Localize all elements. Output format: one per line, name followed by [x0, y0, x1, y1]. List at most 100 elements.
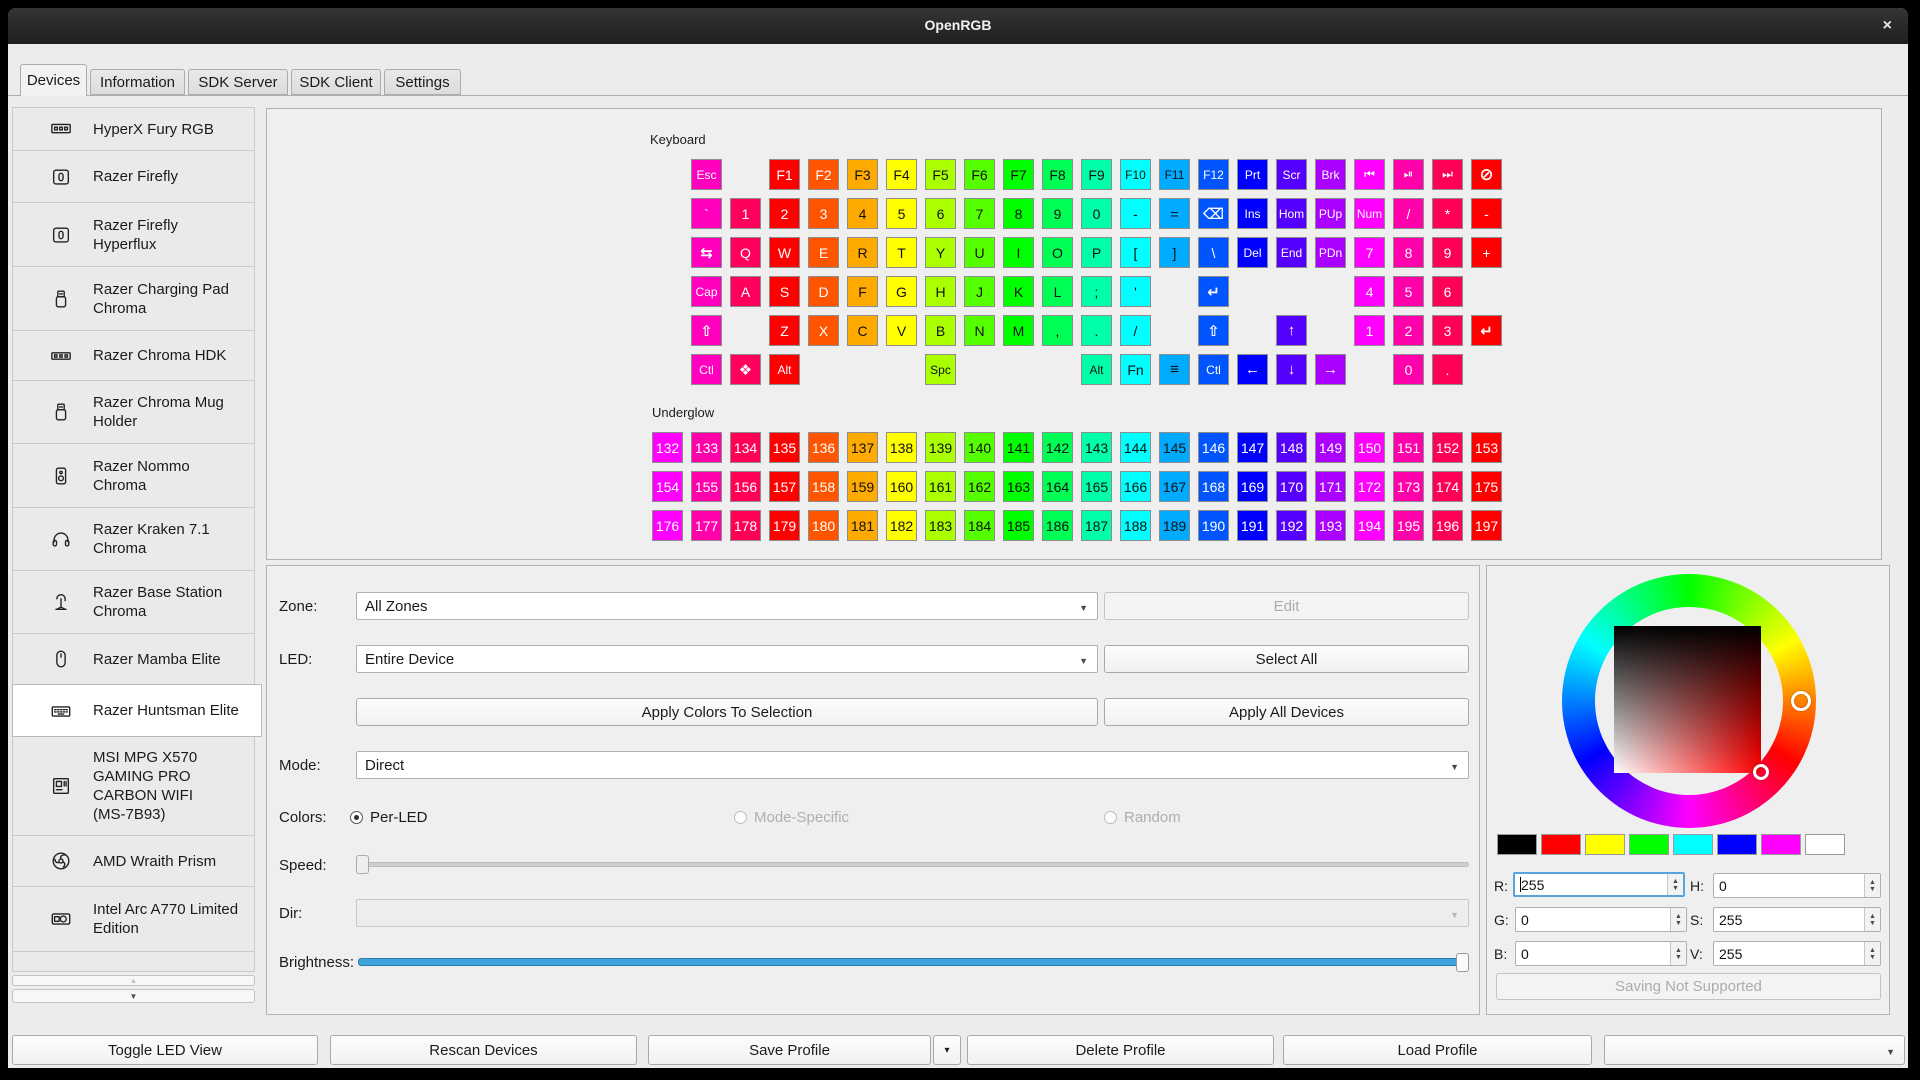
radio-random[interactable]: Random: [1104, 809, 1181, 826]
led-cell-157[interactable]: 157: [769, 471, 800, 502]
led-key-6[interactable]: 6: [1432, 276, 1463, 307]
led-cell-169[interactable]: 169: [1237, 471, 1268, 502]
mode-dropdown[interactable]: Direct ▼: [356, 751, 1469, 779]
led-key-pdn[interactable]: PDn: [1315, 237, 1346, 268]
led-dropdown[interactable]: Entire Device ▼: [356, 645, 1098, 673]
led-key-p[interactable]: P: [1081, 237, 1112, 268]
led-cell-134[interactable]: 134: [730, 432, 761, 463]
tab-devices[interactable]: Devices: [20, 64, 87, 96]
led-key-w[interactable]: W: [769, 237, 800, 268]
sidebar-item-razer-base-station[interactable]: Razer Base Station Chroma: [12, 570, 255, 634]
led-key-f10[interactable]: F10: [1120, 159, 1151, 190]
led-cell-155[interactable]: 155: [691, 471, 722, 502]
r-input[interactable]: 255 ▲▼: [1513, 872, 1685, 897]
led-cell-182[interactable]: 182: [886, 510, 917, 541]
led-key-3[interactable]: 3: [808, 198, 839, 229]
led-cell-140[interactable]: 140: [964, 432, 995, 463]
led-cell-179[interactable]: 179: [769, 510, 800, 541]
led-cell-176[interactable]: 176: [652, 510, 683, 541]
led-cell-188[interactable]: 188: [1120, 510, 1151, 541]
led-key-esc[interactable]: Esc: [691, 159, 722, 190]
led-key-1[interactable]: 1: [730, 198, 761, 229]
led-key-u[interactable]: U: [964, 237, 995, 268]
led-key-o[interactable]: O: [1042, 237, 1073, 268]
sidebar-item-razer-kraken-7-1[interactable]: Razer Kraken 7.1 Chroma: [12, 507, 255, 571]
led-key-5[interactable]: 5: [886, 198, 917, 229]
led-key-m[interactable]: M: [1003, 315, 1034, 346]
led-key-3[interactable]: 3: [1432, 315, 1463, 346]
led-cell-166[interactable]: 166: [1120, 471, 1151, 502]
led-key-[interactable]: ❖: [730, 354, 761, 385]
led-key-l[interactable]: L: [1042, 276, 1073, 307]
led-key-[interactable]: ⇧: [1198, 315, 1229, 346]
led-key-[interactable]: .: [1081, 315, 1112, 346]
sidebar-item-msi-mpg-x570[interactable]: MSI MPG X570 GAMING PRO CARBON WIFI (MS-…: [12, 736, 255, 836]
profile-dropdown[interactable]: ▼: [1604, 1035, 1905, 1065]
led-key-alt[interactable]: Alt: [769, 354, 800, 385]
close-icon[interactable]: ×: [1883, 16, 1892, 36]
led-key-[interactable]: ←: [1237, 354, 1268, 385]
color-swatch-00ffff[interactable]: [1673, 834, 1713, 855]
sidebar-item-razer-charging-pad[interactable]: Razer Charging Pad Chroma: [12, 266, 255, 331]
led-key-[interactable]: -: [1471, 198, 1502, 229]
led-key-[interactable]: +: [1471, 237, 1502, 268]
g-input[interactable]: 0 ▲▼: [1515, 907, 1687, 932]
led-key-f3[interactable]: F3: [847, 159, 878, 190]
color-swatch-000000[interactable]: [1497, 834, 1537, 855]
led-key-9[interactable]: 9: [1432, 237, 1463, 268]
led-key-f8[interactable]: F8: [1042, 159, 1073, 190]
led-key-[interactable]: ]: [1159, 237, 1190, 268]
led-key-f7[interactable]: F7: [1003, 159, 1034, 190]
color-swatch-0000ff[interactable]: [1717, 834, 1757, 855]
led-cell-193[interactable]: 193: [1315, 510, 1346, 541]
led-cell-165[interactable]: 165: [1081, 471, 1112, 502]
led-cell-170[interactable]: 170: [1276, 471, 1307, 502]
led-cell-167[interactable]: 167: [1159, 471, 1190, 502]
sidebar-item-hyperx-fury-rgb[interactable]: HyperX Fury RGB: [12, 107, 255, 151]
led-key-scr[interactable]: Scr: [1276, 159, 1307, 190]
sidebar-item-razer-chroma-mug[interactable]: Razer Chroma Mug Holder: [12, 380, 255, 444]
zone-dropdown[interactable]: All Zones ▼: [356, 592, 1098, 620]
led-key-d[interactable]: D: [808, 276, 839, 307]
led-key-4[interactable]: 4: [1354, 276, 1385, 307]
sidebar-item-razer-firefly[interactable]: Razer Firefly: [12, 150, 255, 203]
led-key-[interactable]: ⏮: [1354, 159, 1385, 190]
led-key-4[interactable]: 4: [847, 198, 878, 229]
led-key-g[interactable]: G: [886, 276, 917, 307]
led-cell-168[interactable]: 168: [1198, 471, 1229, 502]
apply-colors-to-selection-button[interactable]: Apply Colors To Selection: [356, 698, 1098, 726]
led-key-pup[interactable]: PUp: [1315, 198, 1346, 229]
led-key-hom[interactable]: Hom: [1276, 198, 1307, 229]
led-cell-132[interactable]: 132: [652, 432, 683, 463]
led-cell-148[interactable]: 148: [1276, 432, 1307, 463]
saving-not-supported-button[interactable]: Saving Not Supported: [1496, 973, 1881, 1000]
radio-mode-specific[interactable]: Mode-Specific: [734, 809, 849, 826]
led-key-j[interactable]: J: [964, 276, 995, 307]
led-cell-145[interactable]: 145: [1159, 432, 1190, 463]
led-key-brk[interactable]: Brk: [1315, 159, 1346, 190]
sidebar-item-razer-nommo[interactable]: Razer Nommo Chroma: [12, 443, 255, 508]
hue-marker[interactable]: [1791, 691, 1811, 711]
tab-sdk-client[interactable]: SDK Client: [291, 69, 381, 95]
led-key-end[interactable]: End: [1276, 237, 1307, 268]
led-cell-191[interactable]: 191: [1237, 510, 1268, 541]
led-cell-171[interactable]: 171: [1315, 471, 1346, 502]
led-key-r[interactable]: R: [847, 237, 878, 268]
led-key-8[interactable]: 8: [1003, 198, 1034, 229]
led-cell-175[interactable]: 175: [1471, 471, 1502, 502]
save-profile-button[interactable]: Save Profile: [648, 1035, 931, 1065]
spinner-arrows-icon[interactable]: ▲▼: [1864, 874, 1880, 897]
led-key-[interactable]: ': [1120, 276, 1151, 307]
led-cell-181[interactable]: 181: [847, 510, 878, 541]
apply-all-devices-button[interactable]: Apply All Devices: [1104, 698, 1469, 726]
led-cell-162[interactable]: 162: [964, 471, 995, 502]
led-key-h[interactable]: H: [925, 276, 956, 307]
color-swatch-ff0000[interactable]: [1541, 834, 1581, 855]
color-swatch-ffffff[interactable]: [1805, 834, 1845, 855]
led-cell-161[interactable]: 161: [925, 471, 956, 502]
led-key-[interactable]: ≡: [1159, 354, 1190, 385]
led-key-f[interactable]: F: [847, 276, 878, 307]
led-cell-189[interactable]: 189: [1159, 510, 1190, 541]
led-key-cap[interactable]: Cap: [691, 276, 722, 307]
led-cell-195[interactable]: 195: [1393, 510, 1424, 541]
